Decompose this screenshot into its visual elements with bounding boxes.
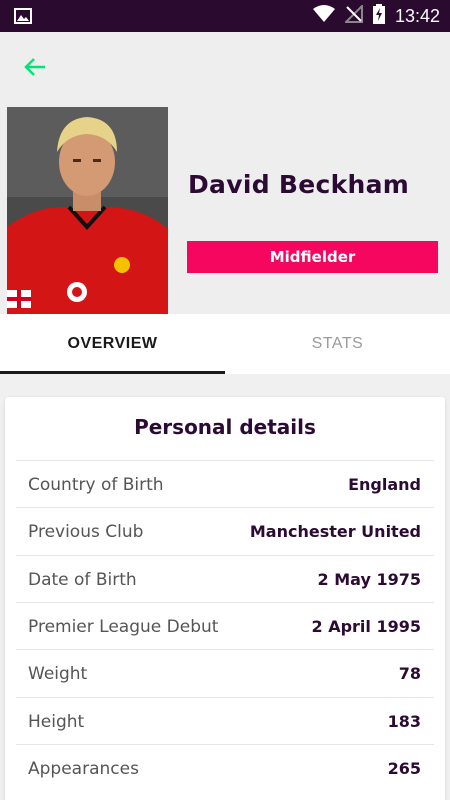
detail-value: England [348,475,421,494]
position-badge: Midfielder [187,241,438,273]
detail-label: Previous Club [28,521,144,542]
detail-label: Premier League Debut [28,616,219,637]
detail-value: 265 [387,759,421,778]
detail-row-weight: Weight 78 [16,649,434,697]
detail-value: 183 [387,712,421,731]
tab-overview[interactable]: OVERVIEW [0,314,225,374]
arrow-left-icon [23,57,47,81]
detail-value: 78 [398,664,421,683]
tab-bar: OVERVIEW STATS [0,314,450,374]
player-photo [7,107,168,314]
no-signal-icon [343,3,363,27]
card-title: Personal details [134,415,316,439]
player-header: David Beckham Midfielder [0,32,450,314]
england-flag-icon [7,290,31,308]
detail-label: Weight [28,663,88,684]
detail-row-date-of-birth: Date of Birth 2 May 1975 [16,555,434,603]
detail-row-premier-league-debut: Premier League Debut 2 April 1995 [16,602,434,650]
battery-charging-icon [372,4,385,28]
detail-row-country-of-birth: Country of Birth England [16,460,434,508]
status-bar: 13:42 [0,0,450,32]
detail-label: Country of Birth [28,474,164,495]
back-button[interactable] [20,54,50,84]
detail-label: Height [28,711,85,732]
detail-value: 2 April 1995 [311,617,422,636]
detail-row-previous-club: Previous Club Manchester United [16,507,434,555]
image-icon [14,8,32,24]
status-time: 13:42 [394,5,440,26]
tab-stats[interactable]: STATS [225,314,450,374]
detail-row-appearances: Appearances 265 [16,744,434,792]
player-name: David Beckham [188,170,410,199]
detail-value: 2 May 1975 [317,570,421,589]
detail-row-height: Height 183 [16,697,434,745]
wifi-icon [312,5,335,27]
detail-label: Appearances [28,758,139,779]
detail-value: Manchester United [249,522,421,541]
detail-label: Date of Birth [28,569,137,590]
